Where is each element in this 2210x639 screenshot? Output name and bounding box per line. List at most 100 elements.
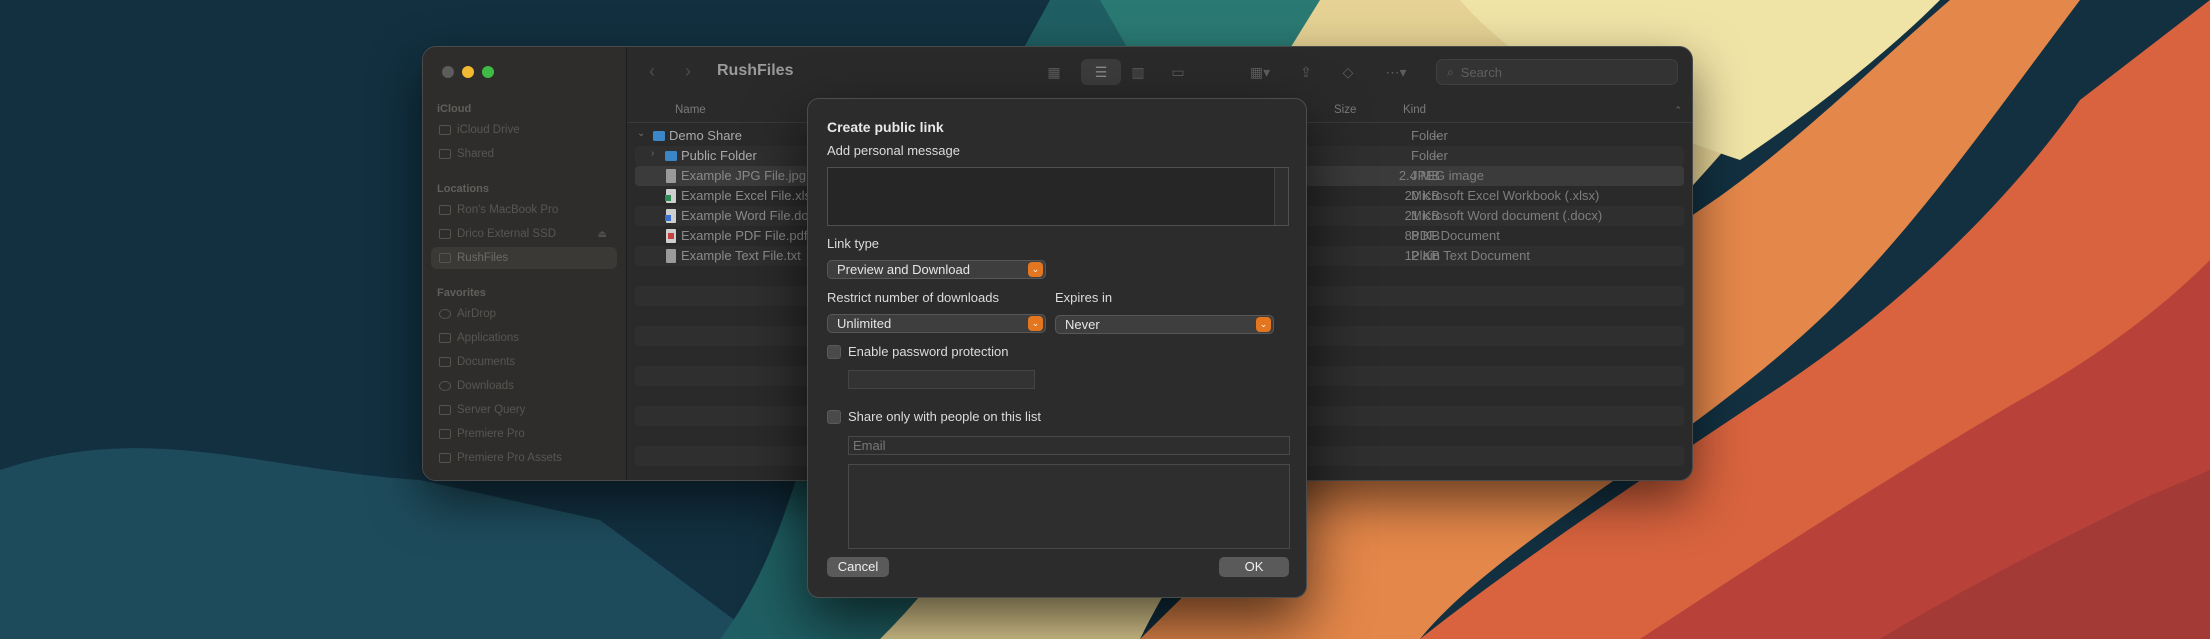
personal-message-label: Add personal message [827,143,960,158]
downloads-icon [439,381,451,391]
expires-in-label: Expires in [1055,290,1113,305]
sort-chevron-icon: ⌃ [1674,105,1682,115]
file-name: Demo Share [669,128,742,143]
sidebar-item-downloads[interactable]: Downloads [431,375,617,397]
shared-folder-icon [439,149,451,159]
expires-in-select[interactable]: Never ⌄ [1055,315,1274,334]
share-list-label: Share only with people on this list [848,409,1041,424]
file-name: Example Word File.docx [681,208,822,223]
sidebar-item-label: iCloud Drive [457,124,520,136]
zoom-window-button[interactable] [482,66,494,78]
restrict-downloads-select[interactable]: Unlimited ⌄ [827,314,1046,333]
list-view-button[interactable]: ☰ [1081,59,1121,85]
recipient-list[interactable] [848,464,1290,549]
sidebar-item-external-ssd[interactable]: Drico External SSD ⏏ [431,223,617,245]
image-file-icon [666,169,676,183]
sidebar-item-airdrop[interactable]: AirDrop [431,303,617,325]
column-view-button[interactable]: ▥ [1129,63,1147,81]
laptop-icon [439,205,451,215]
message-scrollbar[interactable] [1274,168,1288,225]
file-kind: Plain Text Document [1411,248,1530,263]
airdrop-icon [439,309,451,319]
chevron-down-icon: ⌄ [1256,317,1271,332]
link-type-select[interactable]: Preview and Download ⌄ [827,260,1046,279]
sidebar-section-locations: Locations [437,183,489,195]
file-name: Example JPG File.jpg [681,168,806,183]
sidebar-item-label: Ron's MacBook Pro [457,204,559,216]
password-protection-label: Enable password protection [848,344,1009,359]
sidebar-item-premiere-pro[interactable]: Premiere Pro [431,423,617,445]
folder-icon [439,453,451,463]
sidebar-item-label: Downloads [457,380,514,392]
document-icon [439,357,451,367]
close-window-button[interactable] [442,66,454,78]
cloud-icon [439,125,451,135]
sidebar-section-icloud: iCloud [437,103,472,115]
sidebar-item-label: Premiere Pro [457,428,525,440]
tag-icon[interactable]: ◇ [1339,63,1357,81]
file-kind: Microsoft Word document (.docx) [1411,208,1603,223]
cancel-button[interactable]: Cancel [827,557,889,577]
sidebar-item-applications[interactable]: Applications [431,327,617,349]
ok-button[interactable]: OK [1219,557,1289,577]
file-name: Example Text File.txt [681,248,801,263]
minimize-window-button[interactable] [462,66,474,78]
folder-icon [653,131,665,141]
chevron-down-icon: ⌄ [1028,316,1043,331]
word-file-icon [665,209,676,223]
file-kind: JPEG image [1411,168,1484,183]
pdf-file-icon [666,229,676,243]
applications-icon [439,333,451,343]
group-by-button[interactable]: ▦▾ [1243,63,1277,81]
sidebar-item-documents[interactable]: Documents [431,351,617,373]
folder-icon [439,429,451,439]
sidebar-item-label: Applications [457,332,520,344]
personal-message-textarea[interactable] [827,167,1289,226]
column-header-kind[interactable]: Kind [1403,104,1426,116]
search-field[interactable]: ⌕ Search [1436,59,1678,85]
back-button[interactable]: ‹ [649,61,655,82]
forward-button[interactable]: › [685,61,691,82]
link-type-label: Link type [827,236,880,251]
share-icon[interactable]: ⇪ [1297,63,1315,81]
finder-sidebar: iCloud iCloud Drive Shared Locations Ron… [423,47,627,480]
gallery-view-button[interactable]: ▭ [1169,63,1187,81]
column-header-name[interactable]: Name [675,104,706,116]
column-header-size[interactable]: Size [1334,104,1356,116]
finder-toolbar: ‹ › RushFiles ▦ ☰ ▥ ▭ ▦▾ ⇪ ◇ ⋯▾ ⌕ Search [627,47,1692,99]
password-protection-option[interactable]: Enable password protection [827,344,1008,359]
file-name: Example Excel File.xlsx [681,188,818,203]
sidebar-item-server-query[interactable]: Server Query [431,399,617,421]
file-name: Public Folder [681,148,757,163]
share-list-option[interactable]: Share only with people on this list [827,409,1041,424]
sidebar-item-icloud-drive[interactable]: iCloud Drive [431,119,617,141]
expires-in-value: Never [1065,317,1100,332]
disclosure-down-icon[interactable]: ⌄ [637,128,645,139]
icon-view-button[interactable]: ▦ [1045,63,1063,81]
restrict-downloads-value: Unlimited [837,316,892,331]
sidebar-item-label: Drico External SSD [457,228,557,240]
drive-icon [439,229,451,239]
sidebar-item-rushfiles[interactable]: RushFiles [431,247,617,269]
list-icon: ☰ [1094,64,1108,80]
create-public-link-dialog: Create public link Add personal message … [807,98,1307,598]
sidebar-item-label: Premiere Pro Assets [457,452,562,464]
sidebar-item-label: RushFiles [457,252,509,264]
sidebar-item-premiere-pro-assets[interactable]: Premiere Pro Assets [431,447,617,469]
window-title: RushFiles [717,62,794,79]
search-placeholder: Search [1460,64,1502,80]
restrict-downloads-label: Restrict number of downloads [827,290,999,305]
disclosure-right-icon[interactable]: › [651,148,654,159]
share-list-checkbox[interactable] [827,409,841,424]
sidebar-item-macbook[interactable]: Ron's MacBook Pro [431,199,617,221]
more-actions-button[interactable]: ⋯▾ [1379,63,1413,81]
eject-icon[interactable]: ⏏ [598,229,607,240]
folder-icon [439,405,451,415]
password-protection-checkbox[interactable] [827,344,841,359]
password-field[interactable] [848,370,1035,389]
sidebar-item-label: Documents [457,356,516,368]
dialog-title: Create public link [827,119,944,135]
email-field[interactable]: Email [848,436,1290,455]
chevron-down-icon: ⌄ [1028,262,1043,277]
sidebar-item-shared[interactable]: Shared [431,143,617,165]
